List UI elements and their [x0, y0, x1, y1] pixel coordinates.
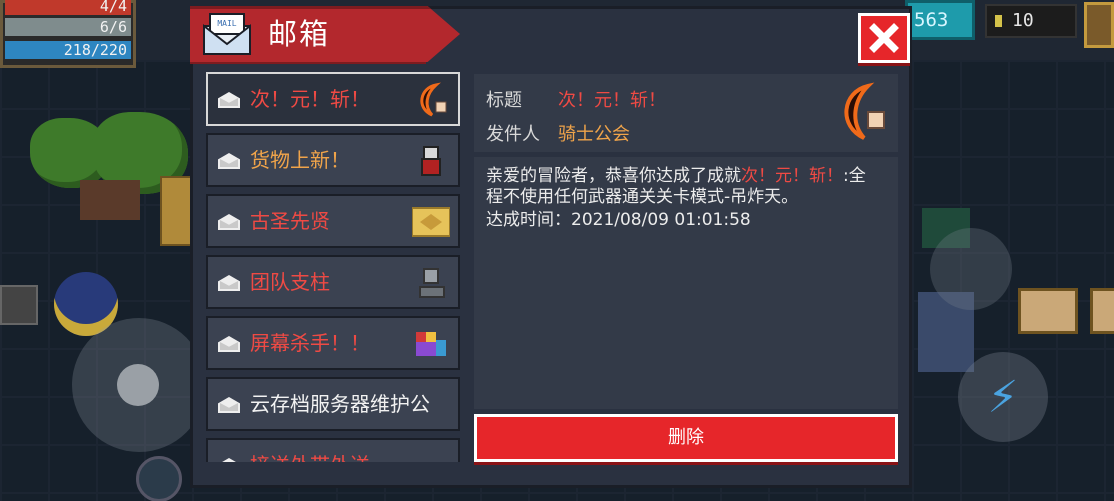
notice-board	[1018, 288, 1078, 334]
envelope-icon	[218, 153, 240, 169]
armor-bar: 6/6	[5, 18, 131, 36]
player-stats-panel: 4/4 6/6 218/220	[0, 0, 136, 68]
knight-helmet-icon	[419, 268, 445, 298]
envelope-icon	[218, 92, 240, 108]
pixel-art-icon	[416, 332, 446, 356]
hp-bar: 4/4	[5, 0, 131, 15]
achievement-time: 达成时间：2021/08/09 01:01:58	[486, 210, 882, 231]
mail-item[interactable]: 云存档服务器维护公	[206, 377, 460, 431]
mail-item[interactable]: 屏幕杀手！！	[206, 316, 460, 370]
gold-tile-icon	[412, 207, 450, 237]
pause-button[interactable]	[1084, 2, 1114, 48]
mail-item[interactable]: 古圣先贤	[206, 194, 460, 248]
merchant-icon	[421, 146, 441, 176]
time-value: 2021/08/09 01:01:58	[571, 210, 751, 230]
crate-sprite	[0, 285, 38, 325]
mail-item[interactable]: 次！元！斩！	[206, 72, 460, 126]
coin-icon	[995, 15, 1002, 27]
page-title: 邮箱	[268, 17, 331, 51]
notice-board	[1090, 288, 1114, 334]
delete-button[interactable]: 删除	[474, 414, 898, 462]
subject-label: 标题	[486, 90, 522, 111]
joystick-knob[interactable]	[117, 364, 159, 406]
subject-value: 次！元！斩！	[558, 90, 666, 111]
envelope-icon	[218, 275, 240, 291]
envelope-icon	[218, 214, 240, 230]
crescent-blade-icon	[420, 82, 447, 117]
mail-item-label: 货物上新！	[250, 148, 350, 172]
envelope-icon	[218, 458, 240, 462]
close-x-icon	[869, 23, 899, 53]
mail-item-label: 古圣先贤	[250, 209, 330, 233]
svg-text:MAIL: MAIL	[217, 19, 236, 28]
envelope-icon	[218, 397, 240, 413]
mail-envelope-icon: MAIL	[203, 13, 251, 55]
close-button[interactable]	[858, 13, 910, 63]
time-label: 达成时间：	[486, 210, 571, 230]
sender-label: 发件人	[486, 124, 540, 145]
message-highlight: 次！元！斩！	[741, 166, 843, 186]
mail-item[interactable]: 货物上新！	[206, 133, 460, 187]
mail-item-label: 次！元！斩！	[250, 87, 370, 111]
energy-bar: 218/220	[5, 41, 131, 59]
mail-item[interactable]: 团队支柱	[206, 255, 460, 309]
mail-list[interactable]: 次！元！斩！ 货物上新！ 古圣先贤 团队支柱 屏幕杀手！！ 云存档服务器维护公	[202, 70, 462, 462]
gem-counter: 563	[905, 0, 975, 40]
sender-value: 骑士公会	[558, 124, 630, 145]
coin-count: 10	[1012, 10, 1034, 31]
message-intro: 亲爱的冒险者，恭喜你达成了成就	[486, 166, 741, 186]
envelope-icon	[218, 336, 240, 352]
coin-counter: 10	[985, 4, 1077, 38]
skill-button[interactable]: ⚡	[958, 352, 1048, 442]
weapon-switch-button[interactable]	[930, 228, 1012, 310]
mail-item[interactable]: 接送外带外送	[206, 438, 460, 462]
mail-message: 亲爱的冒险者，恭喜你达成了成就次！元！斩！:全程不使用任何武器通关关卡模式-吊炸…	[486, 166, 882, 231]
lightning-icon: ⚡	[987, 371, 1019, 423]
crescent-blade-icon	[844, 82, 885, 140]
tree-trunk	[80, 180, 140, 220]
mail-item-label: 屏幕杀手！！	[250, 331, 370, 355]
pot-sprite	[136, 456, 182, 501]
mail-item-label: 云存档服务器维护公	[250, 392, 430, 416]
mail-item-label: 团队支柱	[250, 270, 330, 294]
mail-item-label: 接送外带外送	[250, 440, 414, 462]
